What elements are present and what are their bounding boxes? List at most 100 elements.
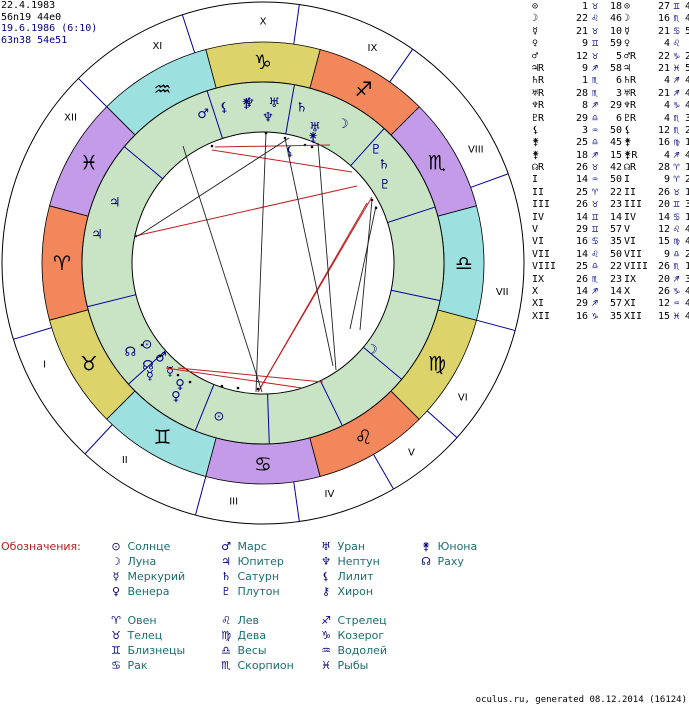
legend-planet-symbol: ♂ [221, 540, 231, 553]
outer-house-label: VI [458, 392, 468, 403]
natal-date: 22.4.1983 [1, 0, 56, 11]
planet-marker-dot [140, 343, 144, 347]
position-cell: 25 [575, 186, 588, 198]
legend-sign-item: ♏ Скорпион [218, 659, 294, 672]
position-cell: ♅R [532, 87, 545, 99]
position-cell: ♉ [591, 25, 599, 37]
position-cell: ♒ [591, 174, 599, 186]
outer-planet-glyph: ♃ [109, 196, 121, 211]
position-cell: 18 [609, 1, 622, 12]
legend-planet-symbol: ☿ [112, 570, 120, 583]
legend-sign-item: ♊ Близнецы [108, 644, 185, 657]
position-cell: XI [624, 298, 637, 310]
outer-house-label: II [122, 455, 128, 466]
position-cell: 59 [609, 38, 622, 50]
position-cell: ⚵R [624, 149, 638, 161]
position-cell: 26 [575, 162, 588, 174]
legend-planet-item: ♇ Плутон [218, 585, 280, 598]
position-cell: 10 [609, 25, 622, 37]
position-cell: 48 [684, 310, 689, 322]
position-row: ☿21♉10☿21♋52 [532, 26, 689, 38]
position-cell: ♆R [532, 100, 545, 112]
outer-house-label: VIII [468, 144, 484, 155]
planet-marker-dot [176, 373, 180, 377]
position-cell: VI [624, 236, 637, 248]
position-cell: 20 [657, 273, 670, 285]
position-cell: 26 [657, 186, 670, 198]
position-cell: ☿ [532, 25, 539, 37]
outer-planet-glyph: ⚸ [220, 100, 230, 115]
position-cell: 22 [575, 13, 588, 25]
legend-sign-label: Скорпион [237, 659, 294, 672]
inner-planet-glyph: ♀ [175, 378, 185, 393]
legend-planet-item: ⊙ Солнце [108, 540, 170, 553]
position-cell: 16 [575, 236, 588, 248]
position-cell: ♏ [591, 87, 599, 99]
position-cell: 18 [575, 149, 588, 161]
legend-sign-item: ♒ Водолей [318, 644, 387, 657]
sign-glyph: ♍ [428, 352, 446, 376]
position-cell: VII [624, 248, 643, 260]
position-cell: ♉ [591, 162, 599, 174]
position-cell: ♂ [532, 50, 539, 62]
legend-sign-label: Дева [237, 629, 267, 642]
legend-sign-item: ♐ Стрелец [318, 614, 387, 627]
position-cell: 21 [657, 87, 670, 99]
position-cell: 3 [615, 87, 622, 99]
position-row: ♄R1♏6♄R4♐49 [532, 75, 689, 87]
position-cell: IV [532, 211, 545, 223]
footer-credit: oculus.ru, generated 08.12.2014 (16124) [475, 695, 687, 705]
position-cell: ♐ [673, 273, 680, 285]
position-cell: IV [624, 211, 637, 223]
position-cell: ♏ [673, 124, 680, 136]
position-cell: 49 [684, 285, 689, 297]
position-row: ♇R29♎6♇R4♏37 [532, 113, 689, 125]
position-cell: ♏ [673, 13, 680, 25]
position-cell: 14 [684, 137, 689, 149]
position-cell: 16 [657, 137, 670, 149]
legend-planet-symbol: ⚷ [321, 585, 331, 598]
position-cell: ♓ [673, 310, 680, 322]
position-cell: 8 [581, 100, 588, 112]
position-cell: ♊ [591, 38, 599, 50]
position-cell: 28 [684, 248, 689, 260]
position-row: VIII25♎22VIII26♏14 [532, 261, 689, 273]
position-cell: ♀ [624, 38, 631, 50]
legend-sign-symbol: ♍ [221, 629, 231, 642]
outer-planet-glyph: ⊙ [213, 409, 224, 424]
position-cell: ♐ [591, 285, 599, 297]
position-cell: 16 [575, 310, 588, 322]
position-row: ⚵25♎45⚵16♍14 [532, 137, 689, 149]
position-cell: 46 [684, 100, 689, 112]
position-cell: 28 [575, 87, 588, 99]
position-cell: ♌ [673, 224, 680, 236]
position-cell: 21 [575, 25, 588, 37]
position-cell: ♀ [532, 38, 539, 50]
position-cell: ♈ [673, 162, 680, 174]
position-cell: 26 [657, 261, 670, 273]
position-row: I14♒50I9♈28 [532, 174, 689, 186]
position-cell: 35 [609, 236, 622, 248]
position-cell: 15 [657, 236, 670, 248]
position-cell: 40 [684, 87, 689, 99]
position-cell: 4 [663, 112, 670, 124]
legend-planet-symbol: ☽ [111, 555, 121, 568]
position-cell: 29 [575, 298, 588, 310]
legend-planet-label: Сатурн [237, 570, 280, 583]
position-cell: 28 [657, 162, 670, 174]
legend-sign-symbol: ♎ [221, 644, 231, 657]
position-cell: 26 [575, 273, 588, 285]
outer-planet-glyph: ♅ [268, 96, 280, 111]
legend-planet-symbol: ♄ [221, 570, 231, 583]
legend-planet-item: ♅ Уран [318, 540, 365, 553]
position-cell: X [532, 285, 539, 297]
position-cell: VII [532, 248, 551, 260]
outer-planet-glyph: ♇ [370, 142, 382, 157]
position-cell: ♑ [673, 50, 680, 62]
position-cell: 15 [609, 149, 622, 161]
position-cell: ⚵ [624, 137, 632, 149]
position-cell: ♏ [673, 261, 680, 273]
sign-glyph: ♐ [355, 77, 373, 101]
position-cell: ♏ [591, 273, 599, 285]
position-cell: 12 [657, 298, 670, 310]
